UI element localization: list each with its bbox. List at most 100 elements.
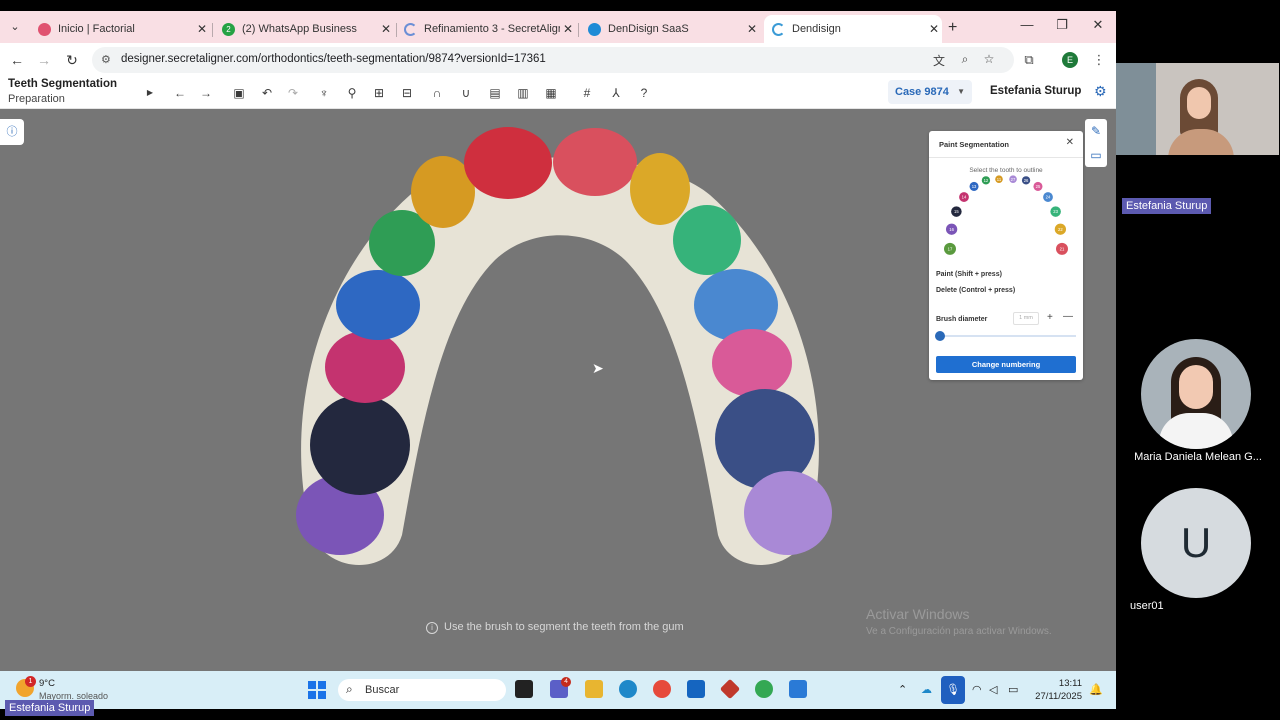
tab-search-icon[interactable]: ⌄ bbox=[6, 18, 24, 36]
close-icon[interactable]: ✕ bbox=[194, 22, 210, 36]
info-icon[interactable]: ⓘ bbox=[0, 119, 24, 145]
maximize-icon[interactable]: ❐ bbox=[1052, 17, 1072, 33]
chrome-icon[interactable] bbox=[653, 680, 671, 698]
back-icon[interactable]: ← bbox=[8, 52, 26, 68]
clock-time[interactable]: 13:11 bbox=[1030, 678, 1082, 689]
minus-icon[interactable]: — bbox=[1063, 311, 1073, 322]
save-icon[interactable]: ▣ bbox=[230, 84, 248, 102]
grid-icon[interactable]: # bbox=[578, 84, 596, 102]
tab-whatsapp[interactable]: 2 (2) WhatsApp Business ✕ bbox=[214, 15, 394, 43]
ipr-icon[interactable]: ▥ bbox=[514, 84, 532, 102]
tooth-segment[interactable] bbox=[694, 269, 778, 341]
redo-icon[interactable]: ↷ bbox=[284, 84, 302, 102]
activate-windows-subtitle: Ve a Configuración para activar Windows. bbox=[866, 626, 1052, 637]
tab-factorial[interactable]: Inicio | Factorial ✕ bbox=[30, 15, 210, 43]
weather-temp[interactable]: 9°C bbox=[39, 678, 55, 689]
tooth-segment[interactable] bbox=[744, 471, 832, 555]
volume-icon[interactable]: ◁ bbox=[989, 683, 997, 696]
tray-expand-icon[interactable]: ⌃ bbox=[898, 683, 907, 696]
edge-icon[interactable] bbox=[619, 680, 637, 698]
tab-refinamiento[interactable]: Refinamiento 3 - SecretAligner ✕ bbox=[396, 15, 576, 43]
chevron-right-icon[interactable]: ▶ bbox=[141, 84, 159, 102]
menu-dots-icon[interactable]: ⋮ bbox=[1090, 52, 1108, 68]
teams-badge: 4 bbox=[561, 677, 571, 687]
tooth-segment[interactable] bbox=[325, 331, 405, 403]
tooth-segment[interactable] bbox=[553, 128, 637, 196]
onedrive-icon[interactable]: ☁ bbox=[921, 683, 932, 696]
gear-icon[interactable]: ⚙ bbox=[1094, 83, 1107, 100]
address-bar[interactable]: ⚙ designer.secretaligner.com/orthodontic… bbox=[92, 47, 1014, 73]
taskbar-search[interactable]: ⌕ Buscar bbox=[338, 679, 506, 701]
task-view-icon[interactable] bbox=[515, 680, 533, 698]
close-icon[interactable]: ✕ bbox=[378, 22, 394, 36]
site-settings-icon[interactable]: ⚙ bbox=[101, 53, 111, 66]
profile-avatar[interactable]: E bbox=[1062, 52, 1078, 68]
page-title: Teeth Segmentation bbox=[8, 78, 118, 90]
close-icon[interactable]: ✕ bbox=[560, 22, 576, 36]
url-text[interactable]: designer.secretaligner.com/orthodontics/… bbox=[121, 53, 546, 65]
translate-icon[interactable]: 文 bbox=[930, 52, 948, 69]
file-explorer-icon[interactable] bbox=[585, 680, 603, 698]
tab-dendisign[interactable]: Dendisign ✕ bbox=[764, 15, 942, 43]
reload-icon[interactable]: ↻ bbox=[63, 52, 81, 69]
ruler-icon[interactable]: ▭ bbox=[1085, 143, 1107, 167]
3d-viewport[interactable]: ⓘ ➤ i Use the brush to segment the teeth… bbox=[0, 109, 1116, 671]
tab-dendisign-saas[interactable]: DenDisign SaaS ✕ bbox=[580, 15, 760, 43]
forward-icon[interactable]: → bbox=[35, 52, 53, 68]
undo-arrow-icon[interactable]: ← bbox=[171, 84, 189, 102]
outlook-icon[interactable] bbox=[687, 680, 705, 698]
participant-avatar-initial[interactable]: U bbox=[1141, 488, 1251, 598]
undo-icon[interactable]: ↶ bbox=[258, 84, 276, 102]
lower-jaw-icon[interactable]: ⊟ bbox=[398, 84, 416, 102]
close-icon[interactable]: ✕ bbox=[926, 22, 942, 36]
tooth-segment[interactable] bbox=[673, 205, 741, 275]
upper-jaw-icon[interactable]: ⊞ bbox=[370, 84, 388, 102]
tooth-extract-icon[interactable]: ⚲ bbox=[343, 84, 361, 102]
microphone-icon[interactable]: 🎙 bbox=[941, 676, 965, 704]
tooth-segment[interactable] bbox=[712, 329, 792, 397]
start-icon[interactable] bbox=[308, 681, 326, 699]
change-numbering-button[interactable]: Change numbering bbox=[936, 356, 1076, 373]
loading-icon bbox=[404, 22, 417, 36]
axis-icon[interactable]: ⅄ bbox=[607, 84, 625, 102]
chrome-profile-icon[interactable] bbox=[755, 680, 773, 698]
bookmark-star-icon[interactable]: ☆ bbox=[980, 52, 998, 66]
extensions-icon[interactable]: ⧉ bbox=[1020, 52, 1038, 68]
app-icon[interactable] bbox=[789, 680, 807, 698]
tooth-icon[interactable]: ♆ bbox=[315, 84, 333, 102]
brush-diameter-input[interactable]: 1 mm bbox=[1013, 312, 1039, 325]
wifi-icon[interactable]: ◠ bbox=[972, 683, 982, 696]
redo-arrow-icon[interactable]: → bbox=[197, 84, 215, 102]
tooth-number-label: 23 bbox=[1053, 209, 1058, 214]
participant-avatar[interactable] bbox=[1141, 339, 1251, 449]
slider-handle[interactable] bbox=[935, 331, 945, 341]
paint-instruction: Paint (Shift + press) bbox=[936, 271, 1002, 278]
tooth-number-label: 27 bbox=[1011, 177, 1016, 182]
help-icon[interactable]: ? bbox=[635, 84, 653, 102]
plus-icon[interactable]: + bbox=[1047, 312, 1053, 323]
brush-icon[interactable]: ✎ bbox=[1085, 119, 1107, 143]
tooth-segment[interactable] bbox=[464, 127, 552, 199]
tooth-segment[interactable] bbox=[310, 395, 410, 495]
notification-icon[interactable]: 🔔 bbox=[1089, 683, 1103, 696]
close-icon[interactable]: ✕ bbox=[744, 22, 760, 36]
app-icon[interactable] bbox=[719, 678, 741, 700]
tooth-numbering-chart[interactable]: 17 16 15 14 13 12 11 21 22 23 24 25 26 27 bbox=[939, 173, 1073, 269]
arch-icon[interactable]: ∩ bbox=[428, 84, 446, 102]
dental-arch-model[interactable] bbox=[260, 115, 860, 575]
participant-video[interactable] bbox=[1116, 63, 1279, 155]
tooth-segment[interactable] bbox=[336, 270, 420, 340]
attachments-icon[interactable]: ▤ bbox=[486, 84, 504, 102]
close-icon[interactable]: ✕ bbox=[1066, 137, 1074, 148]
brush-diameter-slider[interactable] bbox=[938, 335, 1076, 337]
battery-icon[interactable]: ▭ bbox=[1008, 683, 1018, 696]
new-tab-icon[interactable]: + bbox=[948, 19, 957, 37]
zoom-icon[interactable]: ⌕ bbox=[956, 52, 974, 67]
tooth-segment[interactable] bbox=[630, 153, 690, 225]
window-close-icon[interactable]: ✕ bbox=[1088, 17, 1108, 33]
minimize-icon[interactable]: — bbox=[1017, 17, 1037, 32]
arch-lower-icon[interactable]: ∪ bbox=[457, 84, 475, 102]
aligner-icon[interactable]: ▦ bbox=[542, 84, 560, 102]
case-selector[interactable]: Case 9874 ▼ bbox=[888, 80, 972, 104]
clock-date[interactable]: 27/11/2025 bbox=[1030, 691, 1082, 702]
